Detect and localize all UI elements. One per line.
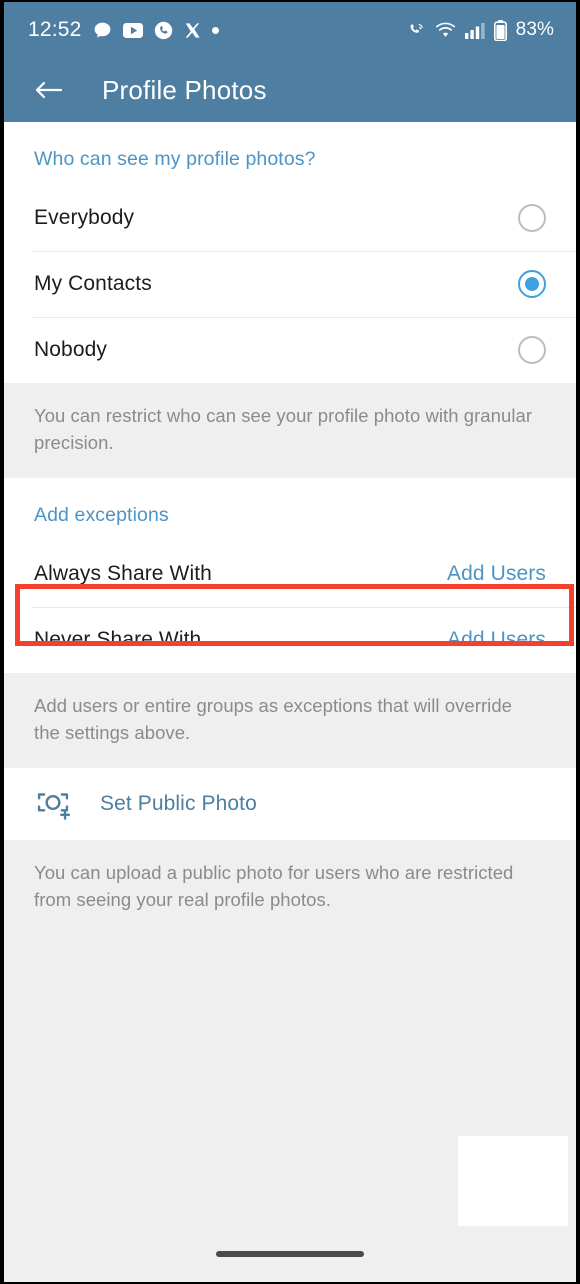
- exceptions-note: Add users or entire groups as exceptions…: [4, 673, 576, 768]
- wifi-icon: [435, 22, 455, 37]
- arrow-left-icon: [35, 81, 63, 99]
- blank-white-patch: [458, 1136, 568, 1227]
- status-bar-right: 83%: [405, 19, 554, 41]
- option-row-nobody[interactable]: Nobody: [4, 317, 576, 383]
- set-public-photo-row[interactable]: Set Public Photo: [4, 768, 576, 840]
- system-nav-bar: [4, 1226, 576, 1282]
- public-photo-note: You can upload a public photo for users …: [4, 840, 576, 935]
- exceptions-card: Add exceptions Always Share With Add Use…: [4, 478, 576, 673]
- home-gesture-pill[interactable]: [216, 1251, 364, 1257]
- option-row-my-contacts[interactable]: My Contacts: [4, 251, 576, 317]
- option-label: My Contacts: [34, 272, 152, 295]
- radio-nobody[interactable]: [518, 336, 546, 364]
- status-bar: 12:52 83%: [4, 2, 576, 58]
- battery-icon: [493, 19, 507, 41]
- app-bar: Profile Photos: [4, 58, 576, 122]
- option-row-everybody[interactable]: Everybody: [4, 185, 576, 251]
- page-title: Profile Photos: [102, 74, 267, 105]
- back-button[interactable]: [32, 73, 66, 107]
- add-users-link-never[interactable]: Add Users: [447, 628, 546, 652]
- status-bar-left: 12:52: [28, 18, 219, 42]
- status-clock: 12:52: [28, 18, 82, 41]
- exception-row-always-share[interactable]: Always Share With Add Users: [4, 541, 576, 607]
- camera-plus-icon: [37, 793, 71, 820]
- add-users-link-always[interactable]: Add Users: [447, 562, 546, 586]
- set-public-photo-label: Set Public Photo: [100, 792, 257, 815]
- battery-percent: 83%: [515, 19, 554, 40]
- radio-my-contacts[interactable]: [518, 270, 546, 298]
- visibility-note: You can restrict who can see your profil…: [4, 383, 576, 478]
- visibility-card: Who can see my profile photos? Everybody…: [4, 122, 576, 383]
- option-label: Nobody: [34, 338, 107, 361]
- more-dot-icon: [211, 26, 219, 34]
- radio-everybody[interactable]: [518, 204, 546, 232]
- visibility-section-title: Who can see my profile photos?: [34, 148, 316, 170]
- messages-bubble-icon: [94, 22, 110, 38]
- exception-label: Always Share With: [34, 562, 212, 585]
- youtube-icon: [122, 22, 143, 38]
- phone-screen: 12:52 83% Profile Photos Who can see my …: [0, 0, 580, 1284]
- settings-content: Who can see my profile photos? Everybody…: [4, 122, 576, 1282]
- option-label: Everybody: [34, 206, 135, 229]
- exception-label: Never Share With: [34, 628, 202, 651]
- x-twitter-icon: [185, 22, 200, 38]
- cellular-signal-icon: [464, 22, 485, 39]
- phone-circle-icon: [154, 21, 172, 39]
- exceptions-section-title: Add exceptions: [34, 504, 169, 526]
- call-wifi-icon: [410, 23, 423, 33]
- exception-row-never-share[interactable]: Never Share With Add Users: [4, 607, 576, 673]
